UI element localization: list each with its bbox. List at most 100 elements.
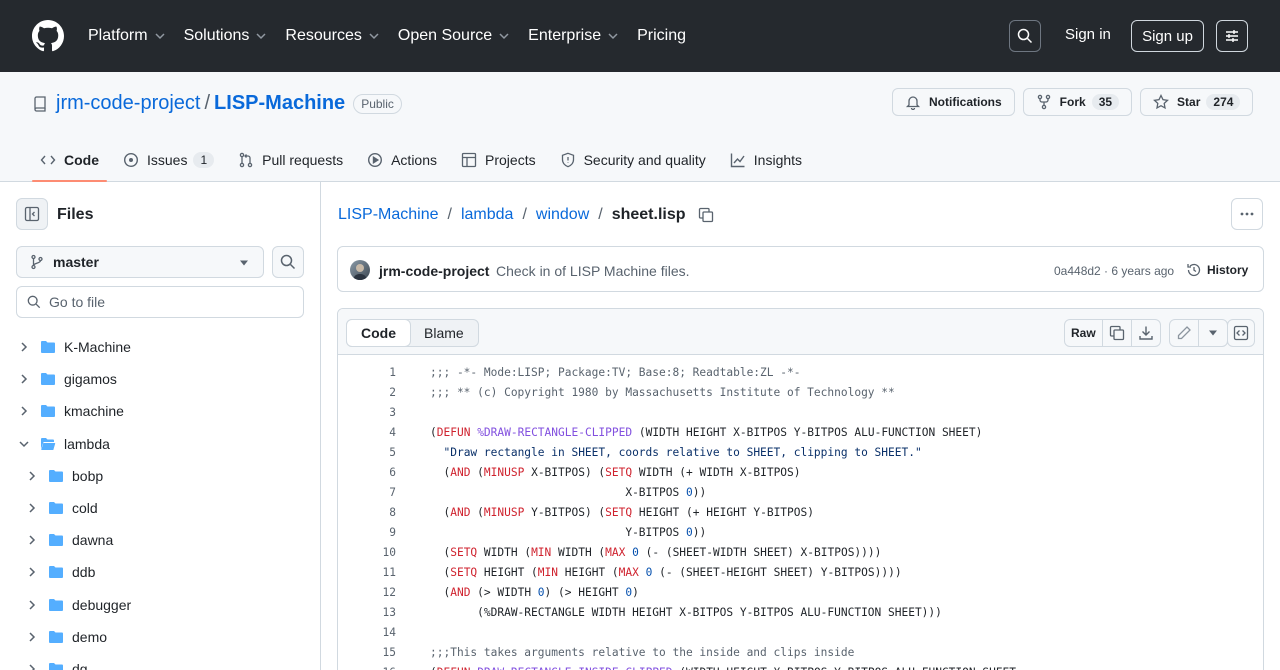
line-number[interactable]: 1 xyxy=(338,366,396,379)
header-menu-button[interactable] xyxy=(1216,20,1248,52)
tree-item[interactable]: demo xyxy=(16,621,306,653)
breadcrumb-lambda-link[interactable]: lambda xyxy=(461,206,513,224)
notifications-button[interactable]: Notifications xyxy=(892,88,1015,116)
tab-projects[interactable]: Projects xyxy=(453,138,544,182)
folder-icon xyxy=(49,534,63,547)
code-token: SETQ xyxy=(450,545,478,559)
line-number[interactable]: 4 xyxy=(338,426,396,439)
tree-item[interactable]: cold xyxy=(16,492,306,524)
tree-toggle[interactable] xyxy=(16,339,32,355)
breadcrumb-current-file: sheet.lisp xyxy=(611,206,686,223)
breadcrumb-window-link[interactable]: window xyxy=(536,206,589,224)
code-view-button[interactable]: Code xyxy=(346,319,411,347)
tree-toggle[interactable] xyxy=(24,661,40,670)
header-search-button[interactable] xyxy=(1009,20,1041,52)
tab-pull-requests[interactable]: Pull requests xyxy=(230,138,351,182)
code-lines: 1 ;;; -*- Mode:LISP; Package:TV; Base:8; … xyxy=(338,362,1263,670)
tab-insights[interactable]: Insights xyxy=(722,138,810,182)
tree-item[interactable]: debugger xyxy=(16,589,306,621)
file-search-button[interactable] xyxy=(272,246,304,278)
tab-code[interactable]: Code xyxy=(32,138,107,182)
code-source: (DEFUN DRAW-RECTANGLE-INSIDE-CLIPPED (WI… xyxy=(430,666,1016,670)
tree-item[interactable]: dg xyxy=(16,653,306,670)
tree-item[interactable]: ddb xyxy=(16,556,306,588)
tab-security[interactable]: Security and quality xyxy=(552,138,714,182)
line-number[interactable]: 9 xyxy=(338,526,396,539)
branch-selector[interactable]: master xyxy=(16,246,264,278)
line-number[interactable]: 15 xyxy=(338,646,396,659)
code-line: 12 (AND (> WIDTH 0) (> HEIGHT 0) xyxy=(338,582,1263,602)
line-number[interactable]: 13 xyxy=(338,606,396,619)
line-number[interactable]: 14 xyxy=(338,626,396,639)
breadcrumb-repo-link[interactable]: LISP-Machine xyxy=(338,206,439,224)
line-number[interactable]: 2 xyxy=(338,386,396,399)
tree-toggle[interactable] xyxy=(24,468,40,484)
code-token: ;;;This takes arguments relative to the … xyxy=(430,645,855,659)
tree-item[interactable]: K-Machine xyxy=(16,331,306,363)
tree-toggle[interactable] xyxy=(24,532,40,548)
nav-solutions[interactable]: Solutions xyxy=(184,27,268,45)
line-number[interactable]: 3 xyxy=(338,406,396,419)
download-raw-button[interactable] xyxy=(1132,320,1160,346)
line-number[interactable]: 11 xyxy=(338,566,396,579)
commit-author-link[interactable]: jrm-code-project xyxy=(379,263,489,279)
tree-toggle[interactable] xyxy=(24,564,40,580)
nav-platform[interactable]: Platform xyxy=(88,27,166,45)
star-button[interactable]: Star 274 xyxy=(1140,88,1254,116)
avatar[interactable] xyxy=(350,260,370,280)
download-icon xyxy=(1138,326,1153,340)
go-to-file-input[interactable]: Go to file xyxy=(16,286,304,318)
code-token: (%DRAW-RECTANGLE WIDTH HEIGHT X-BITPOS Y… xyxy=(430,605,942,619)
tree-toggle[interactable] xyxy=(16,403,32,419)
tree-item[interactable]: dawna xyxy=(16,524,306,556)
fork-button[interactable]: Fork 35 xyxy=(1022,88,1133,116)
commit-meta[interactable]: 0a448d2 · 6 years ago xyxy=(1054,264,1174,278)
commit-message-link[interactable]: Check in of LISP Machine files. xyxy=(496,263,690,279)
tree-item-label: gigamos xyxy=(64,371,117,388)
main-nav: Platform Solutions Resources Open Source… xyxy=(88,0,704,72)
tree-item[interactable]: bobp xyxy=(16,460,306,492)
line-number[interactable]: 8 xyxy=(338,506,396,519)
repo-tabs: Code Issues 1 Pull requests Actions Proj… xyxy=(32,138,818,182)
line-number[interactable]: 7 xyxy=(338,486,396,499)
history-button[interactable]: History xyxy=(1186,262,1248,278)
line-number[interactable]: 5 xyxy=(338,446,396,459)
repo-owner-link[interactable]: jrm-code-project xyxy=(56,92,200,115)
tree-item[interactable]: kmachine xyxy=(16,395,306,427)
tree-toggle[interactable] xyxy=(24,597,40,613)
tree-toggle[interactable] xyxy=(24,629,40,645)
symbols-panel-button[interactable] xyxy=(1227,319,1255,347)
chevron-right-icon xyxy=(29,664,36,670)
tree-toggle[interactable] xyxy=(16,436,32,452)
more-options-button[interactable] xyxy=(1231,198,1263,230)
github-logo-icon[interactable] xyxy=(32,20,64,52)
edit-file-button[interactable] xyxy=(1170,320,1199,346)
line-number[interactable]: 10 xyxy=(338,546,396,559)
sign-in-link[interactable]: Sign in xyxy=(1065,26,1111,43)
nav-resources[interactable]: Resources xyxy=(285,27,379,45)
go-to-file-placeholder: Go to file xyxy=(49,294,106,310)
line-number[interactable]: 16 xyxy=(338,666,396,670)
tab-actions[interactable]: Actions xyxy=(359,138,445,182)
blame-view-button[interactable]: Blame xyxy=(410,320,478,346)
tree-item[interactable]: gigamos xyxy=(16,363,306,395)
code-source: (DEFUN %DRAW-RECTANGLE-CLIPPED (WIDTH HE… xyxy=(430,426,982,439)
tree-toggle[interactable] xyxy=(24,500,40,516)
copy-raw-button[interactable] xyxy=(1103,320,1132,346)
repo-name-link[interactable]: LISP-Machine xyxy=(214,92,345,115)
chevron-right-icon xyxy=(21,374,28,384)
code-token: DRAW-RECTANGLE-INSIDE-CLIPPED xyxy=(477,666,672,670)
tree-toggle[interactable] xyxy=(16,371,32,387)
line-number[interactable]: 12 xyxy=(338,586,396,599)
nav-open-source[interactable]: Open Source xyxy=(398,27,510,45)
tab-issues[interactable]: Issues 1 xyxy=(115,138,222,182)
edit-dropdown-button[interactable] xyxy=(1199,320,1227,346)
line-number[interactable]: 6 xyxy=(338,466,396,479)
sign-up-button[interactable]: Sign up xyxy=(1131,20,1204,52)
nav-pricing[interactable]: Pricing xyxy=(637,27,686,45)
raw-button[interactable]: Raw xyxy=(1065,320,1103,346)
tree-item[interactable]: lambda xyxy=(16,428,306,460)
collapse-sidebar-button[interactable] xyxy=(16,198,48,230)
nav-enterprise[interactable]: Enterprise xyxy=(528,27,619,45)
copy-path-icon[interactable] xyxy=(698,207,714,223)
